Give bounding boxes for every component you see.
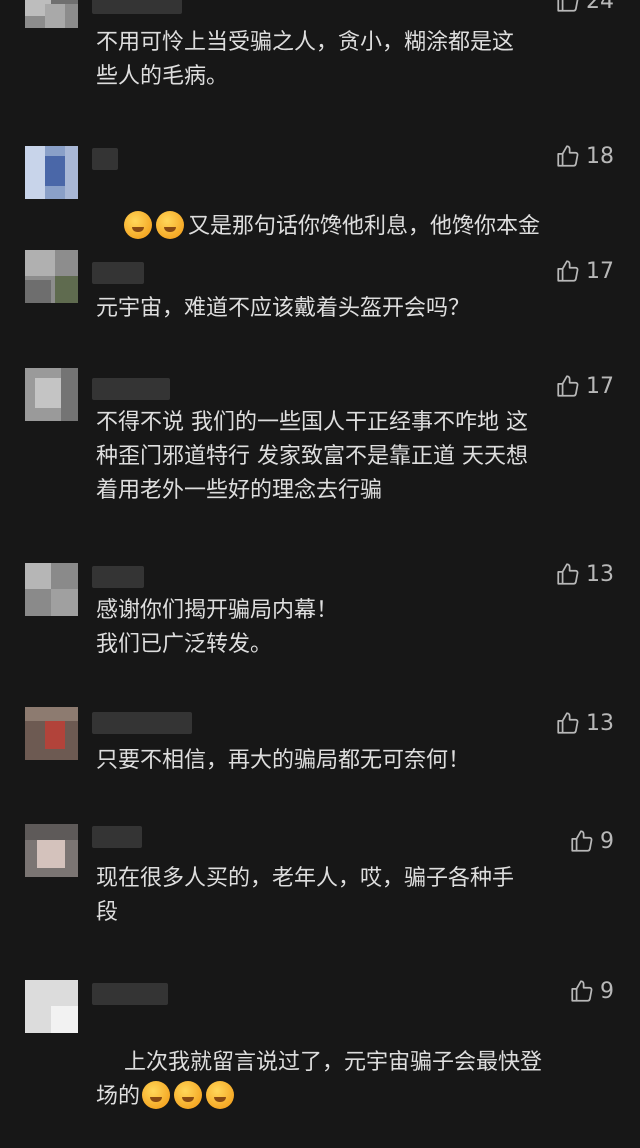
- thumbs-up-icon: [557, 563, 579, 585]
- avatar[interactable]: [25, 707, 78, 760]
- avatar[interactable]: [25, 824, 78, 877]
- like-count: 17: [586, 373, 614, 399]
- like-button[interactable]: 18: [555, 143, 614, 169]
- avatar[interactable]: [25, 563, 78, 616]
- like-count: 9: [600, 978, 614, 1004]
- drooling-emoji: [155, 211, 184, 239]
- comment-text: 现在很多人买的，老年人，哎，骗子各种手 段: [96, 866, 515, 925]
- thumbs-up-icon: [557, 0, 579, 12]
- crying-laughing-emoji: [123, 211, 152, 239]
- avatar[interactable]: [25, 980, 78, 1033]
- like-count: 18: [586, 143, 614, 169]
- username-blurred[interactable]: [92, 0, 182, 14]
- like-button[interactable]: 17: [555, 258, 614, 284]
- username-blurred[interactable]: [92, 826, 142, 848]
- thumbs-up-icon: [557, 260, 579, 282]
- like-button[interactable]: 13: [555, 561, 614, 587]
- comment-text-row: 上次我就留言说过了，元宇宙骗子会最快登 场的: [96, 1012, 616, 1148]
- like-button[interactable]: 13: [555, 710, 614, 736]
- comment-text: 又是那句话你馋他利息，他馋你本金: [187, 214, 540, 239]
- username-blurred[interactable]: [92, 262, 144, 284]
- username-blurred[interactable]: [92, 148, 118, 170]
- like-count: 24: [586, 0, 614, 14]
- avatar[interactable]: [25, 250, 78, 303]
- comment-text: 元宇宙，难道不应该戴着头盔开会吗？: [96, 296, 471, 321]
- avatar[interactable]: [25, 368, 78, 421]
- like-button[interactable]: 9: [569, 828, 614, 854]
- like-button[interactable]: 24: [555, 0, 614, 14]
- comment-text: 不得不说 我们的一些国人干正经事不咋地 这 种歪门邪道特行 发家致富不是靠正道 …: [96, 410, 528, 503]
- like-count: 13: [586, 710, 614, 736]
- comment-text: 只要不相信，再大的骗局都无可奈何！: [96, 748, 471, 773]
- username-blurred[interactable]: [92, 983, 168, 1005]
- avatar[interactable]: [25, 0, 78, 28]
- avatar[interactable]: [25, 146, 78, 199]
- username-blurred[interactable]: [92, 566, 144, 588]
- username-blurred[interactable]: [92, 378, 170, 400]
- thumbs-up-icon: [557, 375, 579, 397]
- comment-text: 不用可怜上当受骗之人，贪小，糊涂都是这 些人的毛病。: [96, 30, 515, 89]
- like-count: 9: [600, 828, 614, 854]
- like-button[interactable]: 9: [569, 978, 614, 1004]
- thinking-emoji: [174, 1081, 203, 1109]
- thinking-emoji: [142, 1081, 171, 1109]
- thumbs-up-icon: [571, 830, 593, 852]
- comment-text: 感谢你们揭开骗局内幕！ 我们已广泛转发。: [96, 598, 339, 657]
- like-count: 17: [586, 258, 614, 284]
- comment-text-row: 又是那句话你馋他利息，他馋你本金: [96, 176, 616, 278]
- like-button[interactable]: 17: [555, 373, 614, 399]
- thinking-emoji: [206, 1081, 235, 1109]
- thumbs-up-icon: [557, 712, 579, 734]
- thumbs-up-icon: [571, 980, 593, 1002]
- like-count: 13: [586, 561, 614, 587]
- username-blurred[interactable]: [92, 712, 192, 734]
- thumbs-up-icon: [557, 145, 579, 167]
